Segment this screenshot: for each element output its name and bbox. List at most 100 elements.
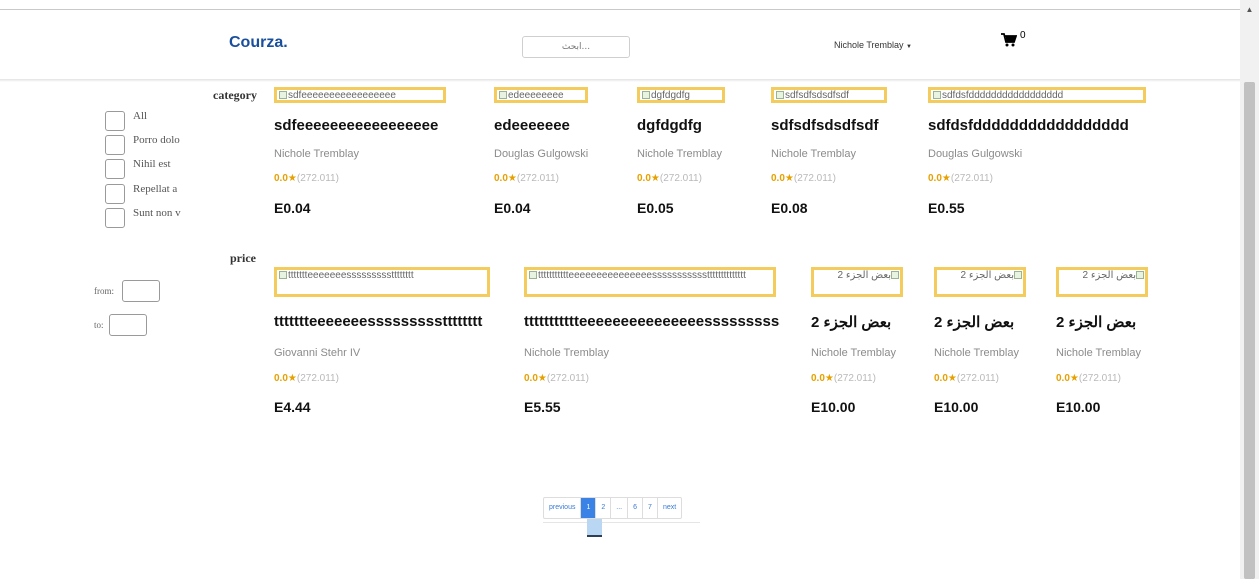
star-icon: ★	[824, 373, 834, 384]
product-title[interactable]: ttttttteeeeeeessssssssstttttttt	[274, 313, 500, 330]
product-card[interactable]: ttttttteeeeeeessssssssstttttttt ttttttte…	[274, 267, 504, 417]
price-label: price	[230, 251, 256, 265]
star-icon: ★	[287, 373, 297, 384]
caret-down-icon: ▼	[906, 44, 912, 50]
product-card[interactable]: sdfsdfsdsdfsdf sdfsdfsdsdfsdf Nichole Tr…	[771, 87, 916, 227]
product-title[interactable]: sdfeeeeeeeeeeeeeeeee	[274, 117, 472, 134]
product-title[interactable]: بعض الجزء 2	[934, 313, 1030, 331]
star-icon: ★	[947, 373, 957, 384]
cart-icon[interactable]	[1001, 33, 1018, 52]
product-price: E4.44	[274, 399, 311, 415]
product-rating: 0.0★(272.011)	[637, 173, 702, 184]
product-card[interactable]: بعض الجزء 2 بعض الجزء 2 Nichole Tremblay…	[934, 267, 1032, 417]
broken-image-icon	[776, 91, 784, 99]
scrollbar-thumb[interactable]	[1244, 82, 1255, 579]
star-icon: ★	[1069, 373, 1079, 384]
product-title[interactable]: dgfdgdfg	[637, 117, 755, 134]
product-author: Nichole Tremblay	[637, 148, 722, 160]
vertical-scrollbar[interactable]: ▲	[1240, 0, 1259, 579]
star-icon: ★	[537, 373, 547, 384]
product-author: Nichole Tremblay	[811, 347, 896, 359]
product-author: Nichole Tremblay	[771, 148, 856, 160]
category-checkbox[interactable]	[105, 135, 125, 155]
broken-image-icon	[891, 271, 899, 279]
star-icon: ★	[941, 173, 951, 184]
broken-image-icon	[1014, 271, 1022, 279]
product-rating: 0.0★(272.011)	[494, 173, 559, 184]
product-image[interactable]: بعض الجزء 2	[811, 267, 903, 297]
product-card[interactable]: ttttttttttteeeeeeeeeeeeeeesssssssssssttt…	[524, 267, 782, 417]
product-card[interactable]: edeeeeeeee edeeeeeee Douglas Gulgowski 0…	[494, 87, 619, 227]
product-price: E0.08	[771, 200, 808, 216]
user-name: Nichole Tremblay	[834, 40, 904, 50]
category-label: category	[213, 88, 257, 102]
product-author: Douglas Gulgowski	[494, 148, 589, 160]
broken-image-icon	[933, 91, 941, 99]
scroll-up-icon[interactable]: ▲	[1240, 6, 1259, 14]
star-icon: ★	[784, 173, 794, 184]
product-image[interactable]: dgfdgdfg	[637, 87, 725, 103]
category-checkbox[interactable]	[105, 159, 125, 179]
product-image[interactable]: بعض الجزء 2	[1056, 267, 1148, 297]
category-checkbox[interactable]	[105, 184, 125, 204]
user-menu[interactable]: Nichole Tremblay ▼	[834, 40, 912, 50]
cart-count-badge: 0	[1020, 30, 1026, 41]
pagination-next[interactable]: next	[658, 498, 681, 518]
product-title[interactable]: بعض الجزء 2	[811, 313, 907, 331]
star-icon: ★	[287, 173, 297, 184]
product-price: E0.05	[637, 200, 674, 216]
price-to-label: to:	[94, 320, 104, 330]
category-checkbox[interactable]	[105, 208, 125, 228]
pagination-previous[interactable]: previous	[544, 498, 582, 518]
broken-image-icon	[279, 91, 287, 99]
product-author: Nichole Tremblay	[1056, 347, 1141, 359]
product-author: Giovanni Stehr IV	[274, 347, 361, 359]
product-author: Nichole Tremblay	[274, 148, 359, 160]
category-label-text: Porro dolo	[133, 134, 180, 146]
top-divider	[0, 9, 1240, 10]
pagination-page-7[interactable]: 7	[643, 498, 658, 518]
brand-logo[interactable]: Courza.	[229, 34, 288, 52]
product-image[interactable]: ttttttteeeeeeessssssssstttttttt	[274, 267, 490, 297]
price-to-input[interactable]	[109, 314, 147, 336]
broken-image-icon	[529, 271, 537, 279]
product-rating: 0.0★(272.011)	[274, 173, 339, 184]
category-checkbox[interactable]	[105, 111, 125, 131]
search-input[interactable]	[522, 36, 630, 58]
product-card[interactable]: بعض الجزء 2 بعض الجزء 2 Nichole Tremblay…	[1056, 267, 1154, 417]
product-image[interactable]: sdfsdfsdsdfsdf	[771, 87, 887, 103]
product-price: E0.04	[494, 200, 531, 216]
product-price: E0.55	[928, 200, 965, 216]
product-rating: 0.0★(272.011)	[934, 373, 999, 384]
product-title[interactable]: edeeeeeee	[494, 117, 614, 134]
product-image[interactable]: sdfdsfddddddddddddddddd	[928, 87, 1146, 103]
product-price: E10.00	[934, 399, 979, 415]
product-price: E10.00	[811, 399, 856, 415]
product-image[interactable]: edeeeeeeee	[494, 87, 588, 103]
pagination-page-6[interactable]: 6	[628, 498, 644, 518]
pagination-page-1[interactable]: 1	[581, 498, 597, 518]
product-card[interactable]: sdfeeeeeeeeeeeeeeeee sdfeeeeeeeeeeeeeeee…	[274, 87, 474, 227]
product-card[interactable]: sdfdsfddddddddddddddddd sdfdsfdddddddddd…	[928, 87, 1150, 227]
product-title[interactable]: sdfsdfsdsdfsdf	[771, 117, 911, 134]
category-label-text: Sunt non v	[133, 207, 181, 219]
pagination-page-2[interactable]: 2	[596, 498, 612, 518]
price-from-input[interactable]	[122, 280, 160, 302]
product-author: Nichole Tremblay	[524, 347, 609, 359]
product-rating: 0.0★(272.011)	[928, 173, 993, 184]
product-title[interactable]: sdfdsfddddddddddddddddd	[928, 117, 1148, 134]
product-rating: 0.0★(272.011)	[771, 173, 836, 184]
broken-image-icon	[279, 271, 287, 279]
pagination-focus-indicator	[587, 519, 602, 537]
product-price: E5.55	[524, 399, 561, 415]
product-image[interactable]: بعض الجزء 2	[934, 267, 1026, 297]
product-rating: 0.0★(272.011)	[1056, 373, 1121, 384]
product-title[interactable]: بعض الجزء 2	[1056, 313, 1152, 331]
product-author: Nichole Tremblay	[934, 347, 1019, 359]
product-title[interactable]: ttttttttttteeeeeeeeeeeeeeessssssssssss	[524, 313, 780, 330]
product-image[interactable]: ttttttttttteeeeeeeeeeeeeeesssssssssssttt…	[524, 267, 776, 297]
product-price: E10.00	[1056, 399, 1101, 415]
product-card[interactable]: بعض الجزء 2 بعض الجزء 2 Nichole Tremblay…	[811, 267, 909, 417]
product-image[interactable]: sdfeeeeeeeeeeeeeeeee	[274, 87, 446, 103]
product-card[interactable]: dgfdgdfg dgfdgdfg Nichole Tremblay 0.0★(…	[637, 87, 757, 227]
